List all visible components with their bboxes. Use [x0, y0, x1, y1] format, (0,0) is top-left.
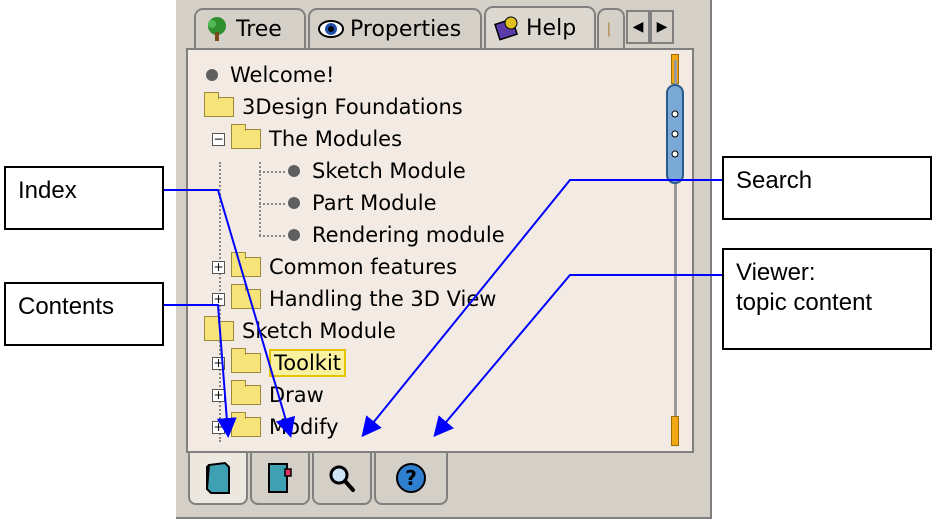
help-panel: Tree Properties Help ❘ ◀ ▶ Welcome! 3Des…	[176, 0, 712, 519]
callout-contents: Contents	[4, 282, 164, 346]
tree-item-label: Part Module	[312, 191, 437, 215]
callout-viewer-line1: Viewer:	[736, 259, 816, 286]
tree-item[interactable]: + Draw	[212, 380, 324, 410]
book-icon	[205, 461, 230, 494]
index-book-icon	[268, 463, 292, 493]
tab-search[interactable]	[312, 453, 372, 505]
tab-tree[interactable]: Tree	[194, 8, 306, 48]
tree-item-label: Sketch Module	[312, 159, 466, 183]
tab-contents[interactable]	[188, 453, 248, 505]
expand-icon[interactable]: +	[212, 420, 225, 434]
tree-connector	[259, 171, 285, 173]
grip-icon	[671, 110, 679, 158]
tree-item-label: Common features	[269, 255, 458, 279]
folder-icon	[231, 348, 261, 373]
arrow-left-icon: ◀	[632, 19, 644, 35]
folder-icon	[204, 92, 234, 117]
svg-text:?: ?	[405, 466, 417, 490]
callout-viewer-line2: topic content	[736, 289, 873, 316]
callout-search-text: Search	[736, 167, 813, 194]
expand-icon[interactable]: +	[212, 292, 225, 306]
tree-item-label: Sketch Module	[242, 319, 396, 343]
help-book-icon	[494, 15, 520, 41]
topic-bullet-icon	[206, 69, 218, 81]
callout-index-text: Index	[18, 177, 77, 204]
tree-item[interactable]: Rendering module	[288, 220, 505, 250]
folder-icon	[231, 124, 261, 149]
tree-item-label: Welcome!	[230, 63, 335, 87]
folder-icon	[231, 380, 261, 405]
tree-connector	[259, 203, 285, 205]
tree-item-label: Toolkit	[269, 349, 347, 377]
tab-scroll-right-button[interactable]: ▶	[650, 10, 674, 44]
tree-item[interactable]: Welcome!	[206, 60, 334, 90]
topic-bullet-icon	[288, 165, 300, 177]
tree-item[interactable]: 3Design Foundations	[204, 92, 463, 122]
collapse-icon[interactable]: −	[212, 132, 225, 146]
tab-scroll-left-button[interactable]: ◀	[626, 10, 650, 44]
question-mark-icon: ?	[396, 463, 426, 493]
folder-icon	[231, 412, 261, 437]
tree-connector	[259, 162, 261, 236]
tree-item[interactable]: Sketch Module	[288, 156, 466, 186]
folder-icon	[204, 316, 234, 341]
callout-search: Search	[722, 156, 932, 220]
vertical-scrollbar[interactable]	[662, 50, 692, 451]
tree-item-selected[interactable]: + Toolkit	[212, 348, 347, 378]
tree-item[interactable]: + Handling the 3D View	[212, 284, 496, 314]
partial-tab-icon: ❘	[603, 21, 615, 37]
folder-icon	[231, 252, 261, 277]
tree-connector	[259, 235, 285, 237]
tab-properties[interactable]: Properties	[308, 8, 482, 48]
tab-properties-label: Properties	[350, 16, 462, 42]
tab-help[interactable]: Help	[484, 6, 596, 48]
callout-index: Index	[4, 166, 164, 230]
expand-icon[interactable]: +	[212, 260, 225, 274]
callout-viewer: Viewer: topic content	[722, 248, 932, 350]
arrow-right-icon: ▶	[656, 19, 668, 35]
tree-item-label: 3Design Foundations	[242, 95, 463, 119]
scrollbar-thumb[interactable]	[666, 84, 684, 184]
tree-item-label: Modify	[269, 415, 339, 439]
tree-item-label: Handling the 3D View	[269, 287, 497, 311]
expand-icon[interactable]: +	[212, 356, 225, 370]
tree-item[interactable]: − The Modules	[212, 124, 402, 154]
tree-item[interactable]: Part Module	[288, 188, 437, 218]
tab-viewer[interactable]: ?	[374, 453, 448, 505]
callout-contents-text: Contents	[18, 293, 115, 320]
tree-item-label: Draw	[269, 383, 324, 407]
tree-item-label: Rendering module	[312, 223, 505, 247]
topic-bullet-icon	[288, 229, 300, 241]
tab-hidden-partial[interactable]: ❘	[597, 8, 625, 48]
expand-icon[interactable]: +	[212, 388, 225, 402]
tree-item[interactable]: + Common features	[212, 252, 457, 282]
help-navigator-tabs: ?	[186, 453, 694, 509]
topic-bullet-icon	[288, 197, 300, 209]
tree-item[interactable]: + Modify	[212, 412, 339, 442]
folder-icon	[231, 284, 261, 309]
contents-tree[interactable]: Welcome! 3Design Foundations − The Modul…	[186, 48, 694, 453]
tree-icon	[204, 16, 230, 42]
tree-item[interactable]: Sketch Module	[204, 316, 396, 346]
magnifier-icon	[329, 465, 355, 492]
eye-icon	[318, 16, 344, 42]
tab-help-label: Help	[526, 15, 577, 41]
tree-item-label: The Modules	[269, 127, 403, 151]
tab-index[interactable]	[250, 453, 310, 505]
scrollbar-bottom-cap	[671, 416, 679, 446]
tab-tree-label: Tree	[236, 16, 282, 42]
